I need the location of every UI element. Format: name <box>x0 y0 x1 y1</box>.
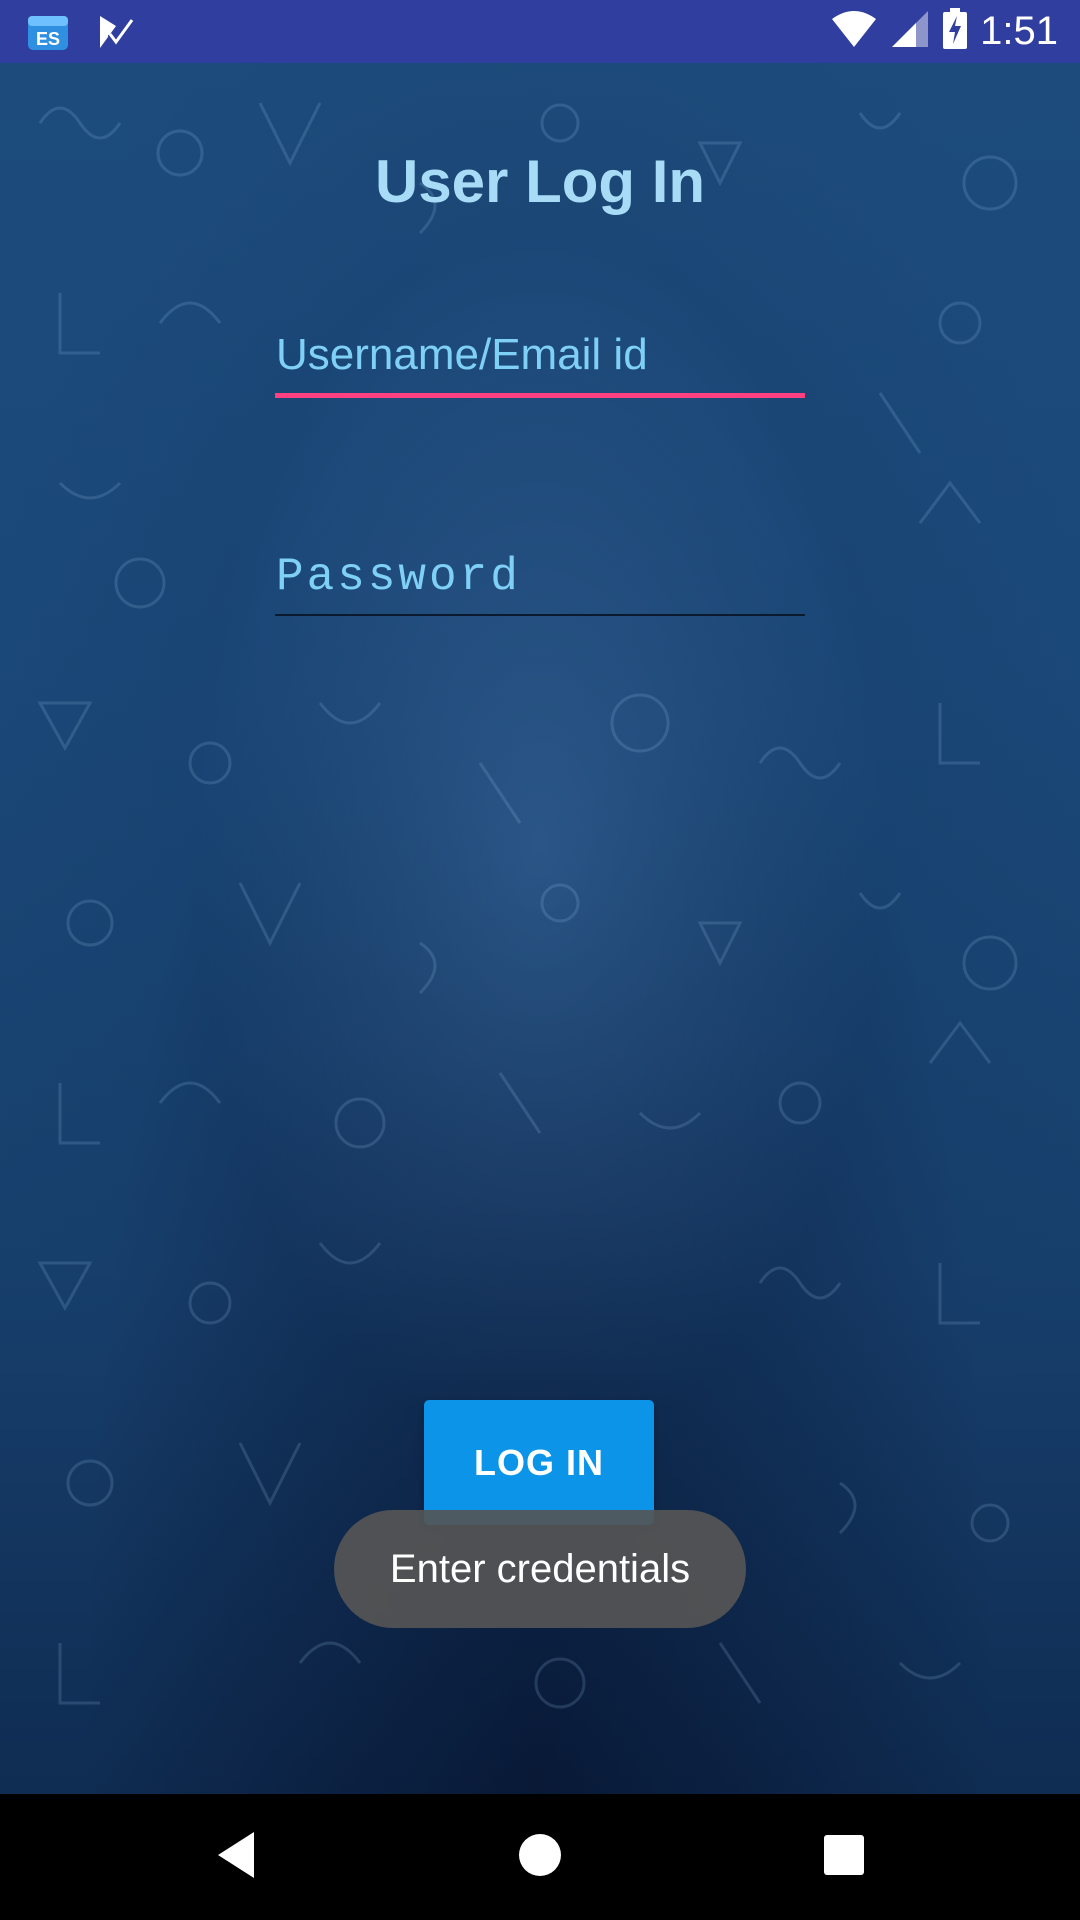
status-bar: ES 1:51 <box>0 0 1080 63</box>
home-button[interactable] <box>470 1794 610 1920</box>
username-field[interactable] <box>275 325 805 385</box>
battery-charging-icon <box>942 8 968 55</box>
signal-icon <box>890 9 930 54</box>
toast-message: Enter credentials <box>334 1510 746 1628</box>
password-field[interactable] <box>275 547 805 607</box>
back-button[interactable] <box>166 1794 306 1920</box>
login-form-area: User Log In LOG IN Enter credentials <box>0 63 1080 1794</box>
recents-button[interactable] <box>774 1794 914 1920</box>
system-icons: 1:51 <box>830 8 1058 55</box>
login-button[interactable]: LOG IN <box>424 1400 654 1525</box>
back-icon <box>214 1830 258 1885</box>
navigation-bar <box>0 1794 1080 1920</box>
wifi-icon <box>830 9 878 54</box>
page-title: User Log In <box>374 148 706 215</box>
task-check-icon <box>96 12 136 57</box>
recents-icon <box>823 1834 865 1881</box>
password-underline <box>275 614 805 616</box>
es-file-explorer-icon: ES <box>26 12 70 57</box>
status-clock: 1:51 <box>980 9 1058 53</box>
svg-text:ES: ES <box>36 29 60 49</box>
home-icon <box>518 1833 562 1882</box>
login-screen: ES 1:51 User Log In Username/Email id LO… <box>0 0 1080 1920</box>
username-underline <box>275 393 805 398</box>
notification-icons: ES <box>26 12 136 57</box>
